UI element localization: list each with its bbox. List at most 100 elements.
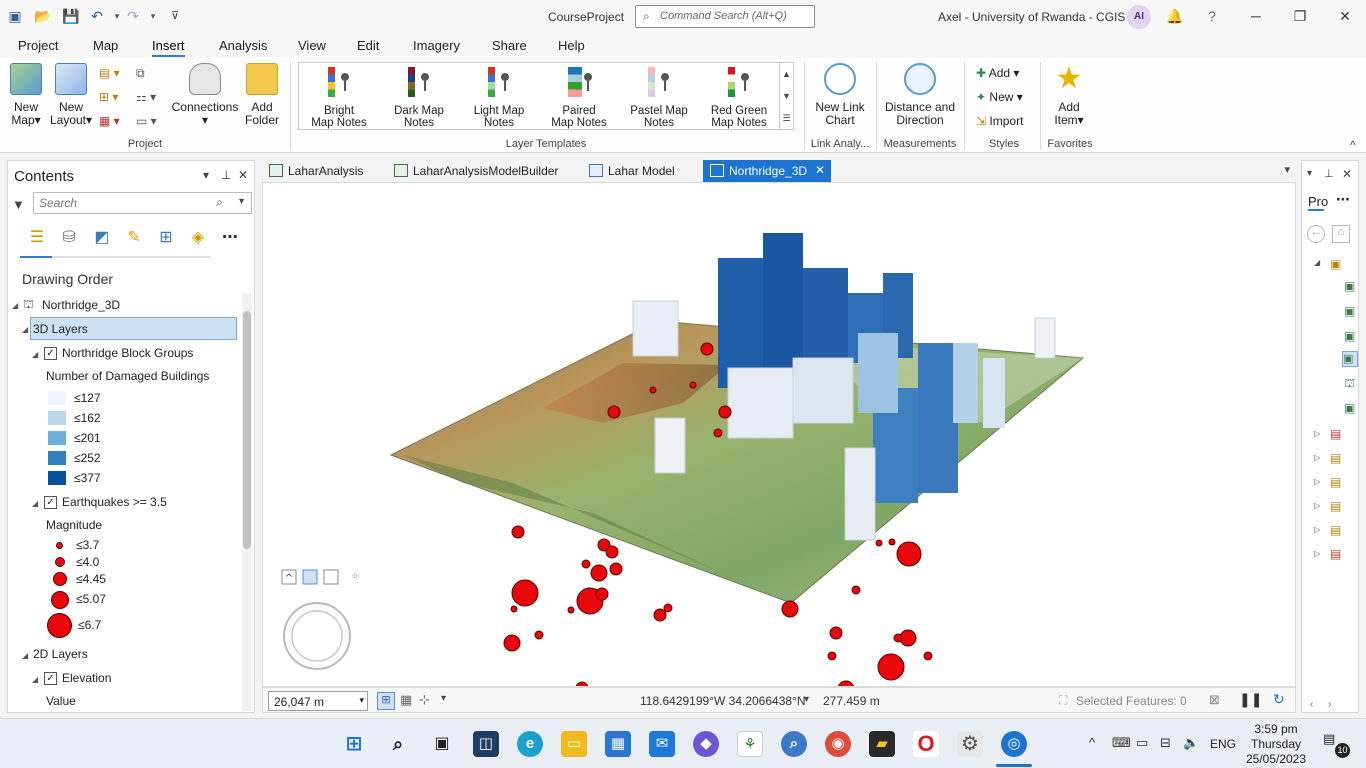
avatar[interactable]: AI	[1127, 5, 1151, 29]
system-clock[interactable]: 3:59 pm Thursday 25/05/2023	[1244, 722, 1308, 767]
collapse-tree-icon[interactable]: ◢	[1314, 258, 1320, 267]
list-by-selection-icon[interactable]: ◩	[91, 227, 113, 249]
layer-visibility-checkbox[interactable]: ✓	[44, 347, 57, 360]
expand-tree-icon[interactable]: ▷	[1314, 501, 1320, 510]
pause-drawing-icon[interactable]: ❚❚	[1239, 691, 1262, 708]
microsoft-store-icon[interactable]: ▦	[605, 731, 631, 757]
arcgis-pro-taskbar-icon[interactable]: ◎	[1001, 731, 1027, 757]
contents-search-input[interactable]: Search ⌕ ▾	[33, 192, 252, 214]
widgets-icon[interactable]: ◫	[473, 731, 499, 757]
list-by-snapping-icon[interactable]: ⊞	[155, 227, 177, 249]
collapse-layer-icon[interactable]: ◢	[32, 675, 38, 684]
opera-browser-icon[interactable]: O	[913, 731, 939, 757]
scene-view[interactable]: ^ ⁘	[262, 182, 1296, 687]
gallery-scroll-down[interactable]: ▼	[779, 85, 793, 107]
new-layout-button[interactable]: New Layout▾	[48, 63, 94, 127]
edge-browser-icon[interactable]: e	[517, 731, 543, 757]
add-style-button[interactable]: ✚ Add ▾	[976, 66, 1019, 80]
scroll-right-icon[interactable]: ›	[1328, 699, 1331, 710]
save-project-icon[interactable]: 💾	[62, 8, 80, 24]
scale-dropdown-icon[interactable]: ▾	[359, 695, 364, 706]
styles-folder-icon[interactable]: ▤	[1330, 499, 1341, 513]
app-icon[interactable]: ⚘	[737, 731, 763, 757]
paired-map-notes-template[interactable]: Paired Map Notes	[539, 67, 619, 129]
import-style-button[interactable]: ⇲ Import	[976, 114, 1023, 128]
tab-project[interactable]: Project	[18, 38, 58, 53]
tab-view[interactable]: View	[298, 38, 326, 53]
collapse-layer-icon[interactable]: ◢	[32, 350, 38, 359]
new-link-chart-button[interactable]: New Link Chart	[808, 63, 872, 127]
layer-visibility-checkbox[interactable]: ✓	[44, 496, 57, 509]
folders-folder-icon[interactable]: ▤	[1330, 523, 1341, 537]
expand-tree-icon[interactable]: ▷	[1314, 453, 1320, 462]
copilot-icon[interactable]: ◆	[693, 731, 719, 757]
coordinate-format-dropdown-icon[interactable]: ▾	[804, 694, 809, 705]
task-view-icon[interactable]: ▣	[429, 731, 455, 757]
tab-imagery[interactable]: Imagery	[413, 38, 460, 53]
search-options-icon[interactable]: ▾	[239, 196, 244, 207]
map-item-icon[interactable]: ▣	[1344, 329, 1355, 343]
close-pane-icon[interactable]: ✕	[238, 168, 248, 182]
maximize-button[interactable]: ❐	[1288, 6, 1312, 26]
expand-tree-icon[interactable]: ▷	[1314, 477, 1320, 486]
windows-start-icon[interactable]: ⊞	[341, 731, 367, 757]
home-icon[interactable]: ⌂	[1332, 225, 1350, 243]
map-item-icon[interactable]: ▣	[1344, 401, 1355, 415]
gallery-scroll-up[interactable]: ▲	[779, 63, 793, 85]
maps-folder-icon[interactable]: ▣	[1330, 257, 1341, 271]
layer-northridge-block-groups[interactable]: Northridge Block Groups	[62, 346, 193, 360]
mail-icon[interactable]: ✉	[649, 731, 675, 757]
layer-earthquakes[interactable]: Earthquakes >= 3.5	[62, 495, 167, 509]
add-folder-button[interactable]: Add Folder	[242, 63, 282, 127]
customize-toolbar-icon[interactable]: ⊽	[166, 8, 184, 24]
tab-lahar-analysis-model-builder[interactable]: LaharAnalysisModelBuilder	[387, 160, 577, 182]
expand-tree-icon[interactable]: ▷	[1314, 549, 1320, 558]
locators-folder-icon[interactable]: ▤	[1330, 547, 1341, 561]
collapse-ribbon-icon[interactable]: ^	[1350, 138, 1356, 152]
back-icon[interactable]: ←	[1307, 225, 1325, 243]
layer-visibility-checkbox[interactable]: ✓	[44, 672, 57, 685]
pastel-map-notes-template[interactable]: Pastel Map Notes	[619, 67, 699, 129]
list-by-drawing-order-icon[interactable]: ☰	[26, 227, 48, 249]
command-search-input[interactable]: ⌕ Command Search (Alt+Q)	[635, 5, 815, 28]
bright-map-notes-template[interactable]: Bright Map Notes	[299, 67, 379, 129]
collapse-layer-icon[interactable]: ◢	[32, 499, 38, 508]
redo-dropdown-icon[interactable]: ▾	[144, 8, 162, 24]
constraints-dropdown-icon[interactable]: ▾	[441, 693, 446, 704]
tab-share[interactable]: Share	[492, 38, 527, 53]
scene-canvas[interactable]: ^ ⁘	[263, 183, 1296, 687]
red-green-map-notes-template[interactable]: Red Green Map Notes	[699, 67, 779, 129]
help-button[interactable]: ?	[1200, 6, 1224, 26]
notifications-bell-icon[interactable]: 🔔	[1163, 6, 1187, 26]
navigator-center[interactable]	[291, 610, 343, 662]
language-indicator[interactable]: ENG	[1210, 737, 1236, 751]
close-window-button[interactable]: ✕	[1333, 6, 1357, 26]
sticky-notes-icon[interactable]: ▰	[869, 731, 895, 757]
expand-tree-icon[interactable]: ▷	[1314, 429, 1320, 438]
distance-and-direction-button[interactable]: Distance and Direction	[882, 63, 958, 127]
selected-map-item-icon[interactable]: ▣	[1342, 351, 1358, 367]
catalog-tab[interactable]: Pro	[1308, 194, 1328, 209]
map-item-icon[interactable]: ▣	[1344, 279, 1355, 293]
scroll-left-icon[interactable]: ‹	[1310, 699, 1313, 710]
expand-tree-icon[interactable]: ▷	[1314, 525, 1320, 534]
minimize-button[interactable]: ─	[1244, 6, 1268, 26]
new-map-button[interactable]: New Map▾	[6, 63, 46, 127]
notebook-icon[interactable]: ▦ ▾	[99, 114, 120, 128]
map-name[interactable]: Northridge_3D	[42, 298, 120, 312]
collapse-map-icon[interactable]: ◢	[12, 301, 18, 310]
tab-help[interactable]: Help	[558, 38, 585, 53]
group-2d-layers[interactable]: 2D Layers	[33, 647, 88, 661]
more-options-icon[interactable]: ⋯	[219, 227, 241, 249]
input-indicator-icon[interactable]: ⌨	[1112, 735, 1131, 751]
close-tab-icon[interactable]: ✕	[815, 163, 825, 177]
tab-lahar-model[interactable]: Lahar Model	[582, 160, 702, 182]
tab-list-dropdown-icon[interactable]: ▾	[1284, 163, 1290, 176]
tab-edit[interactable]: Edit	[357, 38, 379, 53]
task-icon[interactable]: ⚏ ▾	[136, 90, 156, 104]
pane-options-icon[interactable]: ▾	[203, 168, 209, 182]
group-3d-layers[interactable]: 3D Layers	[33, 322, 88, 336]
constraints-icon[interactable]: ⊹	[419, 692, 430, 708]
list-by-editing-icon[interactable]: ✎	[123, 227, 145, 249]
settings-gear-icon[interactable]: ⚙	[957, 731, 983, 757]
